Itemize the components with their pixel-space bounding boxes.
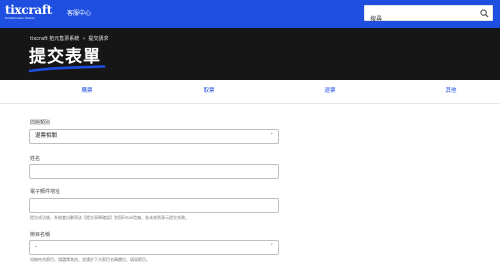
category-selected-value: 退票相關 (35, 133, 58, 139)
event-selected-value: - (35, 244, 37, 250)
event-label: 節目名稱 (30, 232, 51, 238)
category-tabs: 購票 取票 退票 其他 (0, 80, 500, 104)
tab-buy-tickets[interactable]: 購票 (67, 87, 107, 95)
breadcrumb-separator: » (82, 36, 86, 42)
search-box (364, 5, 493, 27)
search-icon[interactable] (480, 9, 489, 18)
email-hint: 提交成功後，系統會自動寄送【提交表單確認】到您Email信箱，若未收到表示提交失… (30, 215, 190, 220)
category-label: 問題類別 (30, 120, 51, 126)
tixcraft-logo[interactable]: tixcraft ticketmaster Taiwan (5, 3, 52, 20)
top-navigation-bar: tixcraft ticketmaster Taiwan 客服中心 (0, 0, 500, 28)
event-select[interactable]: - ˅ (29, 240, 279, 255)
event-hint: 如無符合節目，請選擇其他，並請於下方節目名稱欄位，填寫節目。 (30, 257, 150, 262)
logo-subtext: ticketmaster Taiwan (5, 16, 36, 20)
page-hero: tixcraft 拓元售票系統» 提交請求 提交表單 (0, 28, 500, 80)
logo-text: tixcraft (5, 3, 52, 17)
title-underline-stroke (28, 65, 106, 73)
breadcrumb-home[interactable]: tixcraft 拓元售票系統 (30, 36, 79, 42)
chevron-down-icon: ˅ (270, 244, 274, 250)
tab-refund-tickets[interactable]: 退票 (310, 87, 350, 95)
name-label: 姓名 (30, 156, 41, 162)
breadcrumb-current: 提交請求 (88, 36, 109, 42)
email-field[interactable] (29, 198, 279, 213)
category-select[interactable]: 退票相關 ˅ (29, 129, 279, 144)
tab-pickup-tickets[interactable]: 取票 (189, 87, 229, 95)
help-center-title[interactable]: 客服中心 (67, 9, 91, 18)
name-field[interactable] (29, 164, 279, 179)
breadcrumb: tixcraft 拓元售票系統» 提交請求 (30, 36, 108, 43)
search-input[interactable] (365, 12, 473, 27)
chevron-down-icon: ˅ (270, 133, 274, 139)
email-label: 電子郵件地址 (30, 189, 61, 195)
tab-other[interactable]: 其他 (431, 87, 471, 95)
